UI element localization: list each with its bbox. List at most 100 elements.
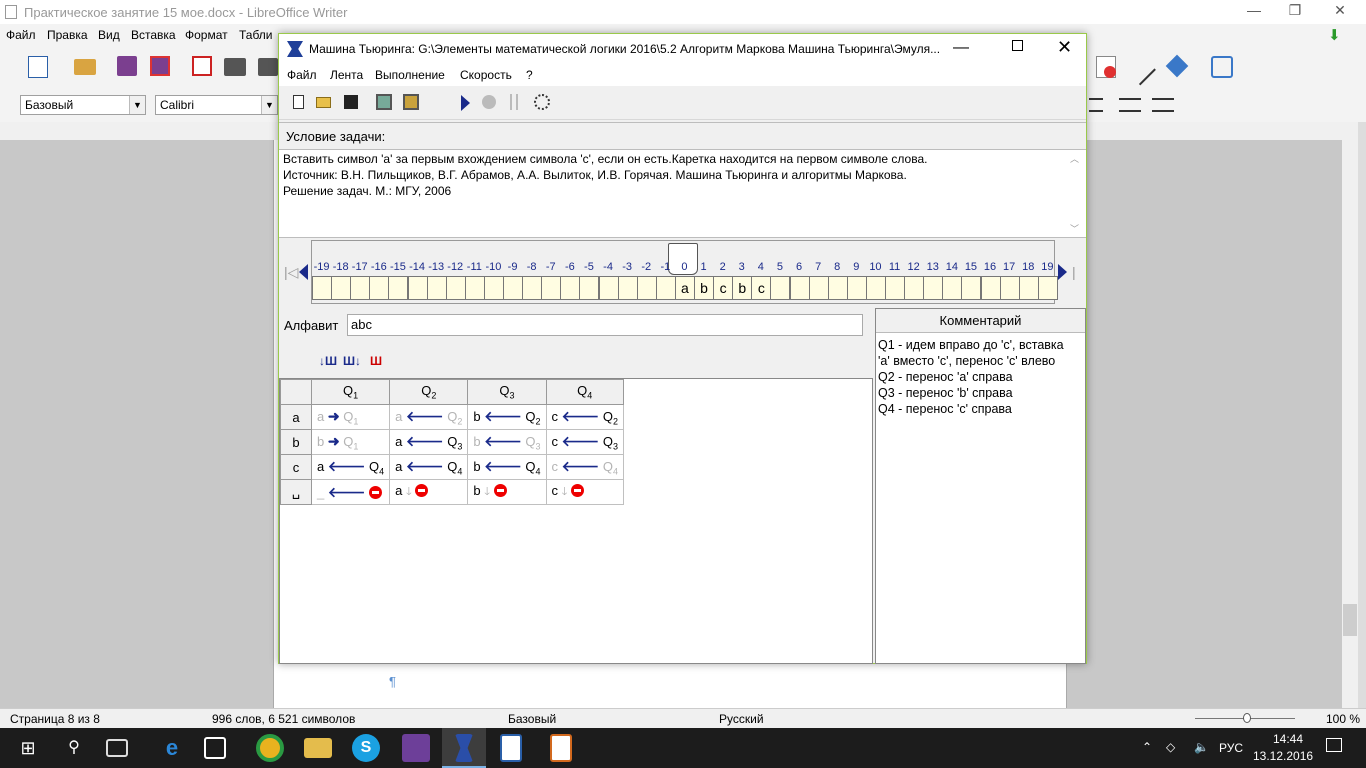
open-icon[interactable] xyxy=(74,59,96,75)
tape-cell[interactable] xyxy=(312,276,333,300)
file-explorer-icon[interactable] xyxy=(304,738,332,758)
tape-cell[interactable] xyxy=(942,276,963,300)
save-file-icon[interactable] xyxy=(344,95,358,109)
save-app-icon[interactable] xyxy=(402,734,430,762)
export-pdf-icon[interactable] xyxy=(192,56,212,76)
close-icon[interactable]: ✕ xyxy=(1320,2,1360,19)
run-icon[interactable] xyxy=(461,95,470,111)
menu-help[interactable]: ? xyxy=(526,68,533,82)
step-icon[interactable] xyxy=(534,94,550,110)
tape-cell[interactable] xyxy=(636,276,657,300)
writer-menu-edit[interactable]: Правка xyxy=(47,28,88,42)
tape-cell[interactable] xyxy=(1018,276,1039,300)
transition-cell[interactable]: a 🡐 Q3 xyxy=(389,429,469,455)
network-icon[interactable]: ◇ xyxy=(1166,740,1175,754)
scroll-down-icon[interactable]: ﹀ xyxy=(1070,222,1079,235)
status-language[interactable]: Русский xyxy=(719,712,764,726)
transition-cell[interactable]: c 🡐 Q2 xyxy=(545,404,624,430)
tape-cell[interactable] xyxy=(579,276,600,300)
tape-cell[interactable] xyxy=(827,276,848,300)
writer-app-icon[interactable] xyxy=(500,734,522,762)
tape-view[interactable]: -19 -18 -17 -16 -15 -14 -13 -12 -11 -10 -9 -8 -7 -6 -5… xyxy=(311,240,1058,304)
state-header[interactable]: Q2 xyxy=(389,379,469,405)
line-icon[interactable] xyxy=(1124,54,1156,86)
status-words[interactable]: 996 слов, 6 521 символов xyxy=(212,712,355,726)
tape-cell[interactable] xyxy=(865,276,886,300)
scroll-up-icon[interactable]: ︿ xyxy=(1070,152,1079,165)
tape-far-right-icon[interactable]: | xyxy=(1072,264,1076,280)
transition-cell[interactable]: b 🡐 Q4 xyxy=(467,454,547,480)
tape-cell[interactable] xyxy=(350,276,371,300)
tape-cell[interactable]: c xyxy=(713,276,734,300)
insert-column-icon[interactable]: ↓Ш xyxy=(319,354,337,368)
tape-cell[interactable] xyxy=(503,276,524,300)
delete-column-icon[interactable]: Ш xyxy=(370,354,382,368)
edge-icon[interactable]: e xyxy=(158,734,186,762)
transition-cell[interactable]: a ➜ Q1 xyxy=(310,404,391,430)
zoom-slider-handle[interactable] xyxy=(1243,713,1251,723)
tape-cell[interactable] xyxy=(522,276,543,300)
status-zoom[interactable]: 100 % xyxy=(1326,712,1360,726)
writer-menu-format[interactable]: Формат xyxy=(185,28,228,42)
state-header[interactable]: Q4 xyxy=(545,379,624,405)
volume-icon[interactable]: 🔈 xyxy=(1194,740,1209,754)
transition-cell[interactable]: c 🡐 Q4 xyxy=(545,454,624,480)
tape-cell[interactable] xyxy=(617,276,638,300)
tape-cell[interactable] xyxy=(846,276,867,300)
tape-cell[interactable] xyxy=(598,276,619,300)
tape-cell[interactable] xyxy=(426,276,447,300)
transition-cell[interactable]: b 🡐 Q3 xyxy=(467,429,547,455)
symbol-header[interactable]: b xyxy=(280,429,312,455)
tape-load-icon[interactable] xyxy=(376,94,392,110)
transition-cell[interactable]: b 🡐 Q2 xyxy=(467,404,547,430)
tray-chevron-icon[interactable]: ⌃ xyxy=(1142,740,1152,754)
start-windows-icon[interactable]: ⊞ xyxy=(14,734,42,762)
status-style[interactable]: Базовый xyxy=(508,712,556,726)
task-view-icon[interactable] xyxy=(106,739,128,757)
tray-time[interactable]: 14:44 xyxy=(1268,732,1308,746)
transition-cell[interactable]: a 🡐 Q4 xyxy=(389,454,469,480)
state-header[interactable]: Q3 xyxy=(467,379,547,405)
new-file-icon[interactable] xyxy=(293,95,304,109)
tape-cell[interactable] xyxy=(388,276,409,300)
paragraph-style-combo[interactable]: Базовый ▼ xyxy=(20,95,146,115)
print-preview-icon[interactable] xyxy=(258,58,278,76)
tape-left-icon[interactable] xyxy=(299,264,308,280)
save-as-icon[interactable] xyxy=(150,56,170,76)
tape-cell[interactable] xyxy=(560,276,581,300)
restore-icon[interactable]: ❐ xyxy=(1275,2,1315,19)
chevron-down-icon[interactable]: ▼ xyxy=(261,96,277,114)
transition-cell[interactable]: b 🡓 xyxy=(467,479,547,505)
transition-cell[interactable]: b ➜ Q1 xyxy=(310,429,391,455)
transition-cell[interactable]: c 🡐 Q3 xyxy=(545,429,624,455)
transition-cell[interactable]: a 🡐 Q4 xyxy=(310,454,391,480)
open-file-icon[interactable] xyxy=(316,97,331,108)
sidebar-handle[interactable] xyxy=(1358,122,1366,708)
menu-run[interactable]: Выполнение xyxy=(375,68,445,82)
notifications-icon[interactable] xyxy=(1326,738,1342,752)
impress-app-icon[interactable] xyxy=(550,734,572,762)
shapes-icon[interactable] xyxy=(1165,54,1189,78)
tape-cell[interactable] xyxy=(789,276,810,300)
tape-cell[interactable] xyxy=(961,276,982,300)
gallery-icon[interactable] xyxy=(1211,56,1233,78)
minimize-icon[interactable]: — xyxy=(953,39,969,57)
tape-cell[interactable] xyxy=(483,276,504,300)
tape-cell[interactable] xyxy=(655,276,676,300)
tape-cell[interactable]: a xyxy=(674,276,695,300)
search-icon[interactable]: ⚲ xyxy=(60,734,88,762)
transition-cell[interactable]: a 🡓 xyxy=(389,479,469,505)
writer-menu-view[interactable]: Вид xyxy=(98,28,120,42)
tape-cell[interactable] xyxy=(407,276,428,300)
maximize-icon[interactable] xyxy=(1012,40,1023,51)
comment-textarea[interactable]: Q1 - идем вправо до 'с', вставка 'а' вме… xyxy=(878,337,1084,417)
skype-icon[interactable]: S xyxy=(352,734,380,762)
menu-file[interactable]: Файл xyxy=(287,68,317,82)
tape-cell[interactable] xyxy=(923,276,944,300)
tape-cell[interactable]: c xyxy=(751,276,772,300)
writer-menu-insert[interactable]: Вставка xyxy=(131,28,176,42)
tape-cell[interactable] xyxy=(1037,276,1058,300)
writer-menu-file[interactable]: Файл xyxy=(6,28,36,42)
menu-tape[interactable]: Лента xyxy=(330,68,363,82)
status-page[interactable]: Страница 8 из 8 xyxy=(10,712,100,726)
